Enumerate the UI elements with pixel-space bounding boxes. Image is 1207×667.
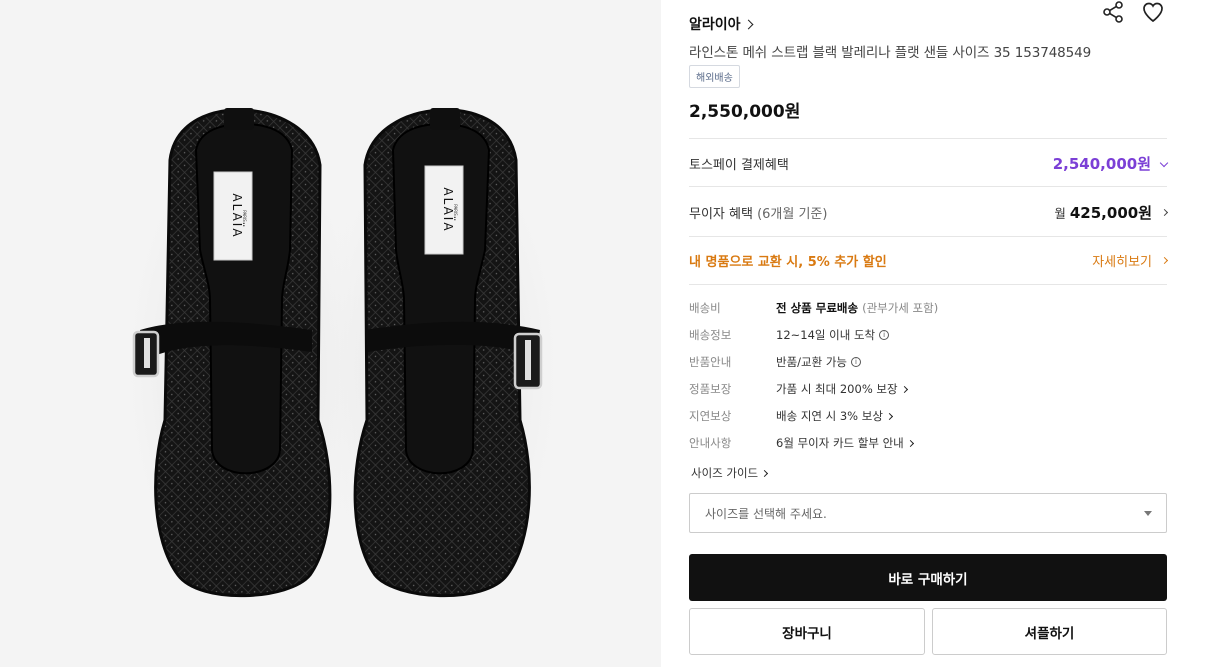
size-select-placeholder: 사이즈를 선택해 주세요. [705, 506, 827, 521]
chevron-right-icon [885, 412, 893, 420]
spec-delay-compensation[interactable]: 지연보상 배송 지연 시 3% 보상 [689, 408, 1167, 424]
spec-label: 지연보상 [689, 409, 732, 423]
product-price: 2,550,000원 [689, 102, 801, 122]
interest-month: 월 [1054, 205, 1066, 221]
divider [689, 186, 1167, 187]
product-image-panel: ALAÏA PARIS ALAÏA PARIS [0, 0, 661, 667]
trade-in-more-link[interactable]: 자세히보기 [1092, 251, 1152, 270]
size-select[interactable]: 사이즈를 선택해 주세요. [689, 493, 1167, 533]
heart-icon[interactable] [1141, 0, 1165, 24]
chevron-right-icon [906, 439, 914, 447]
size-guide-label: 사이즈 가이드 [691, 466, 759, 480]
interest-free-sub: (6개월 기준) [757, 206, 828, 222]
spec-shipping-fee: 배송비 전 상품 무료배송 (관부가세 포함) [689, 300, 1167, 316]
spec-notice[interactable]: 안내사항 6월 무이자 카드 할부 안내 [689, 435, 1167, 451]
spec-value: 배송 지연 시 3% 보상 [776, 409, 883, 423]
toss-benefit-label: 토스페이 결제혜택 [689, 157, 789, 173]
spec-label: 안내사항 [689, 436, 732, 450]
product-title: 라인스톤 메쉬 스트랩 블랙 발레리나 플랫 샌들 사이즈 35 1537485… [689, 45, 1092, 61]
divider [689, 138, 1167, 139]
spec-label: 배송비 [689, 301, 721, 315]
interest-free-row[interactable]: 무이자 혜택 (6개월 기준) 월 425,000원 [689, 199, 1169, 225]
present-button[interactable]: 셔플하기 [932, 608, 1167, 655]
toss-benefit-row[interactable]: 토스페이 결제혜택 2,540,000원 [689, 150, 1169, 176]
caret-down-icon [1144, 510, 1152, 516]
spec-label: 반품안내 [689, 355, 732, 369]
spec-return-info: 반품안내 반품/교환 가능 i [689, 354, 1167, 370]
add-to-cart-button[interactable]: 장바구니 [689, 608, 925, 655]
chevron-right-icon [1160, 208, 1169, 216]
buy-now-button[interactable]: 바로 구매하기 [689, 554, 1167, 601]
spec-label: 정품보장 [689, 382, 732, 396]
brand-name: 알라이아 [689, 17, 741, 33]
spec-label: 배송정보 [689, 328, 732, 342]
right-shoe: ALAÏA PARIS [353, 108, 543, 598]
divider [689, 284, 1167, 285]
interest-free-label: 무이자 혜택 [689, 206, 753, 222]
right-insole-sub: PARIS [453, 204, 458, 216]
size-guide-link[interactable]: 사이즈 가이드 [691, 465, 769, 481]
spec-note: (관부가세 포함) [862, 301, 939, 315]
trade-in-row[interactable]: 내 명품으로 교환 시, 5% 추가 할인 자세히보기 [689, 247, 1169, 273]
product-actions [1101, 0, 1165, 24]
chevron-right-icon [743, 19, 753, 29]
share-icon[interactable] [1101, 0, 1125, 24]
spec-authenticity[interactable]: 정품보장 가품 시 최대 200% 보장 [689, 381, 1167, 397]
spec-delivery-info: 배송정보 12~14일 이내 도착 i [689, 327, 1167, 343]
spec-value: 반품/교환 가능 [776, 355, 848, 369]
info-icon[interactable]: i [851, 357, 862, 367]
info-icon[interactable]: i [879, 330, 890, 340]
chevron-down-icon [1159, 158, 1169, 168]
chevron-right-icon [900, 385, 908, 393]
spec-value: 가품 시 최대 200% 보장 [776, 382, 898, 396]
divider [689, 236, 1167, 237]
left-insole-sub: PARIS [242, 210, 247, 222]
trade-in-label: 내 명품으로 교환 시, 5% 추가 할인 [689, 254, 887, 270]
product-page: ALAÏA PARIS ALAÏA PARIS 알라이아 라인스톤 메쉬 스트랩… [0, 0, 1207, 667]
spec-value: 12~14일 이내 도착 [776, 328, 876, 342]
product-info-panel: 알라이아 라인스톤 메쉬 스트랩 블랙 발레리나 플랫 샌들 사이즈 35 15… [689, 0, 1169, 667]
spec-value: 전 상품 무료배송 [776, 301, 859, 315]
toss-price: 2,540,000원 [1052, 154, 1151, 173]
brand-link[interactable]: 알라이아 [689, 14, 753, 34]
chevron-right-icon [1160, 256, 1169, 264]
product-image: ALAÏA PARIS ALAÏA PARIS [115, 108, 570, 630]
overseas-shipping-badge: 해외배송 [689, 65, 740, 88]
chevron-right-icon [761, 469, 769, 477]
interest-price: 425,000원 [1069, 203, 1152, 222]
spec-value: 6월 무이자 카드 할부 안내 [776, 436, 904, 450]
